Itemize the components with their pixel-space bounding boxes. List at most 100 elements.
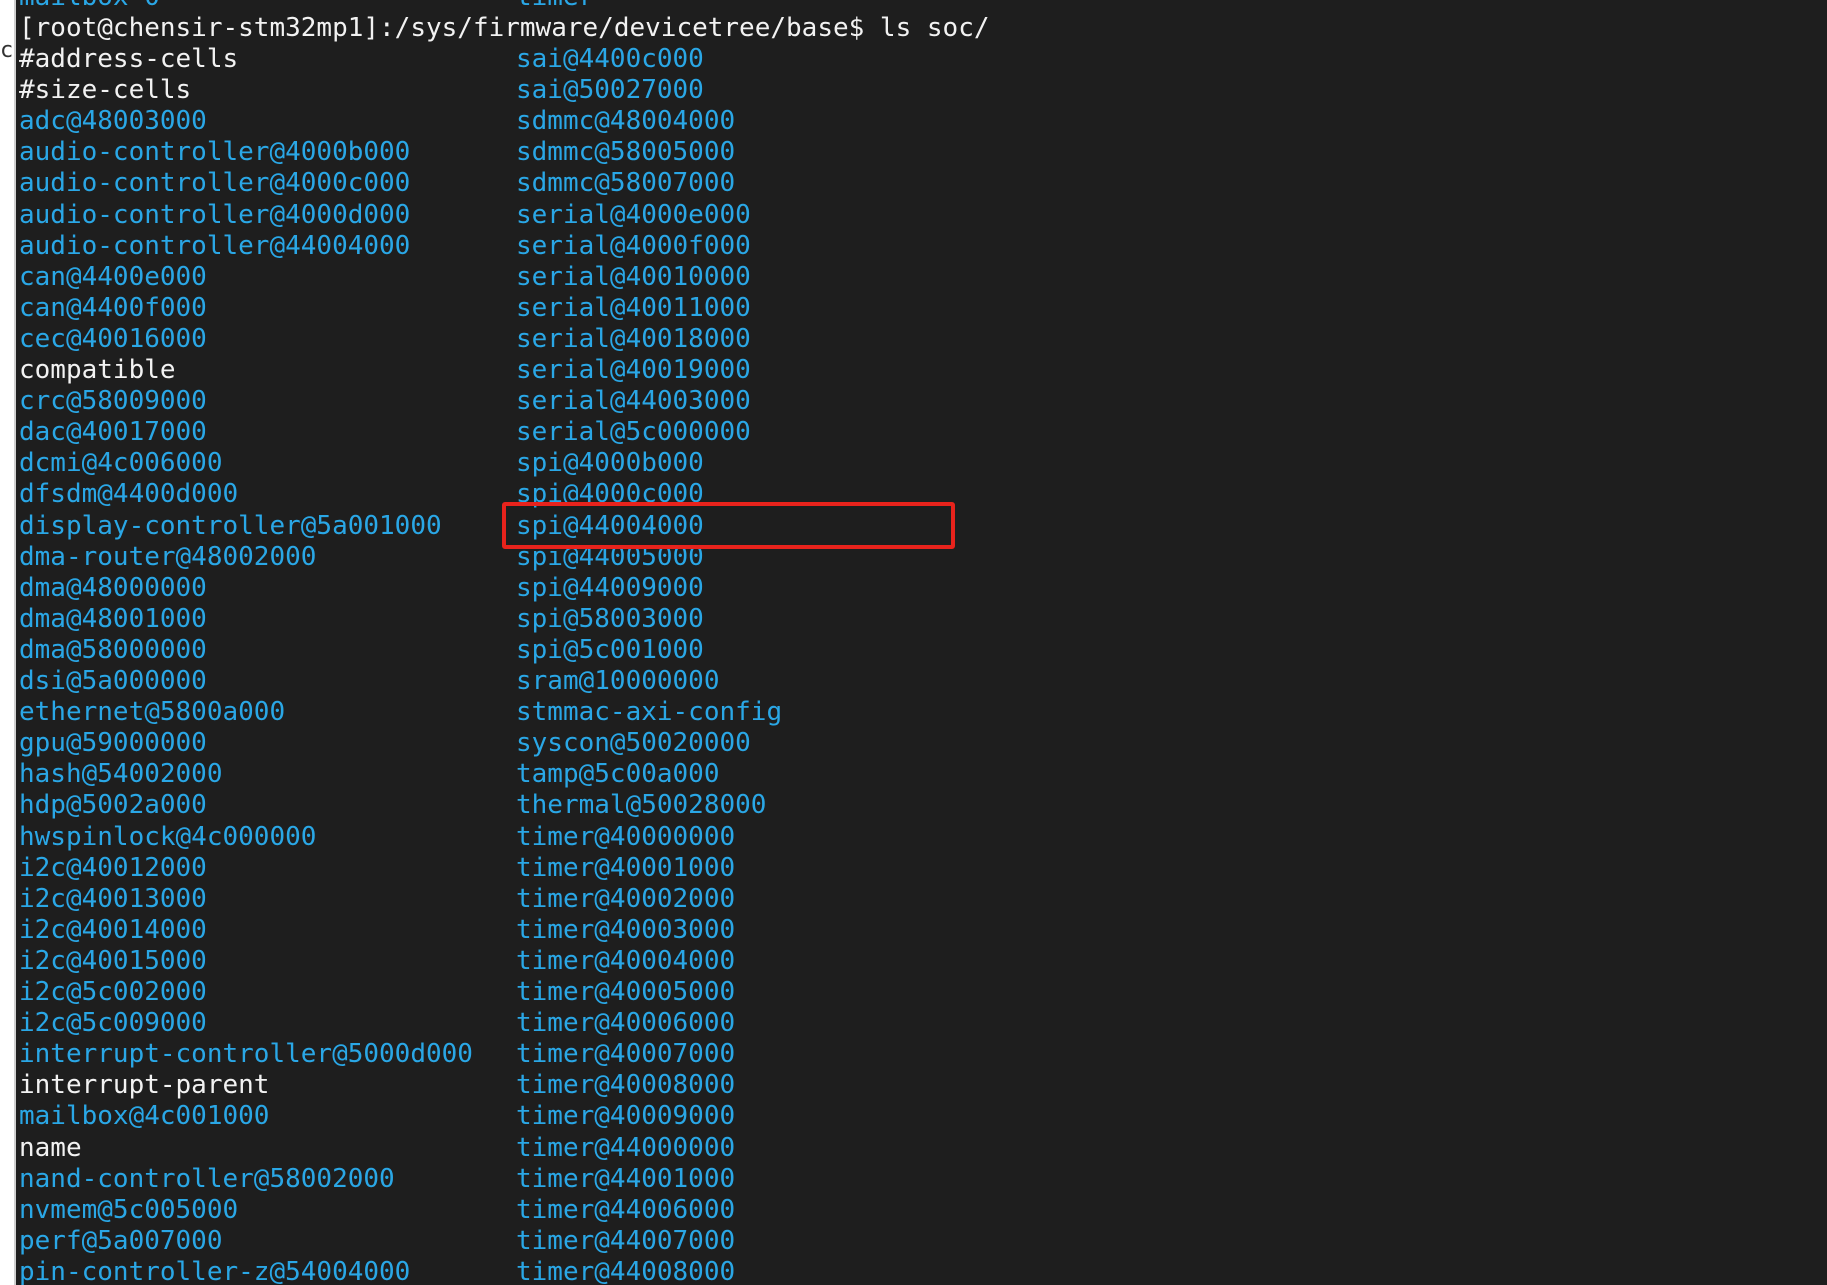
directory-entry: serial@40011000 [516,293,751,323]
directory-entry: timer@40003000 [516,915,736,945]
listing-row: can@4400e000 serial@40010000 [19,262,1809,293]
directory-entry: serial@5c000000 [516,417,751,447]
directory-entry: i2c@40013000 [19,884,207,914]
directory-entry: tamp@5c00a000 [516,759,720,789]
listing-row: adc@48003000 sdmmc@48004000 [19,106,1809,137]
directory-entry: hash@54002000 [19,759,223,789]
directory-entry: timer@44007000 [516,1226,736,1256]
listing-row: audio-controller@4000b000 sdmmc@58005000 [19,137,1809,168]
listing-row: mailbox@4c001000 timer@40009000 [19,1101,1809,1132]
listing-row: compatible serial@40019000 [19,355,1809,386]
terminal-prompt-line: [root@chensir-stm32mp1]:/sys/firmware/de… [19,13,1809,44]
directory-entry: serial@40018000 [516,324,751,354]
listing-row: audio-controller@4000d000 serial@4000e000 [19,200,1809,231]
file-entry: interrupt-parent [19,1070,270,1100]
directory-entry: hwspinlock@4c000000 [19,822,317,852]
directory-entry: can@4400e000 [19,262,207,292]
partial-entry-left: mailbox-0 [19,0,160,13]
listing-row: i2c@40015000 timer@40004000 [19,946,1809,977]
directory-entry: i2c@5c009000 [19,1008,207,1038]
directory-entry: gpu@59000000 [19,728,207,758]
directory-entry: adc@48003000 [19,106,207,136]
directory-entry: timer@44008000 [516,1257,736,1285]
file-entry: compatible [19,355,176,385]
listing-row: dma@48001000 spi@58003000 [19,604,1809,635]
directory-entry: i2c@40015000 [19,946,207,976]
listing-row: nand-controller@58002000 timer@44001000 [19,1164,1809,1195]
directory-entry: timer@40007000 [516,1039,736,1069]
terminal-partial-line: mailbox-0 timer [19,0,1809,13]
listing-row: pin-controller-z@54004000 timer@44008000 [19,1257,1809,1285]
listing-row: dac@40017000 serial@5c000000 [19,417,1809,448]
directory-entry: i2c@5c002000 [19,977,207,1007]
directory-entry: sdmmc@58007000 [516,168,736,198]
directory-entry: dma-router@48002000 [19,542,317,572]
directory-entry: spi@58003000 [516,604,704,634]
directory-entry: interrupt-controller@5000d000 [19,1039,473,1069]
listing-row: i2c@5c002000 timer@40005000 [19,977,1809,1008]
listing-row: hwspinlock@4c000000 timer@40000000 [19,822,1809,853]
listing-row: ethernet@5800a000 stmmac-axi-config [19,697,1809,728]
directory-entry: timer@40008000 [516,1070,736,1100]
directory-entry: audio-controller@4000c000 [19,168,411,198]
directory-entry: thermal@50028000 [516,790,767,820]
listing-row: interrupt-parent timer@40008000 [19,1070,1809,1101]
directory-entry: crc@58009000 [19,386,207,416]
directory-entry: dac@40017000 [19,417,207,447]
directory-entry: timer@44000000 [516,1133,736,1163]
directory-entry: audio-controller@4000b000 [19,137,411,167]
directory-entry: hdp@5002a000 [19,790,207,820]
directory-entry: cec@40016000 [19,324,207,354]
directory-entry: display-controller@5a001000 [19,511,442,541]
directory-entry: can@4400f000 [19,293,207,323]
directory-entry: timer@40005000 [516,977,736,1007]
file-entry: #size-cells [19,75,192,105]
directory-entry: dcmi@4c006000 [19,448,223,478]
directory-entry: timer@40002000 [516,884,736,914]
directory-entry: ethernet@5800a000 [19,697,286,727]
directory-entry: nvmem@5c005000 [19,1195,239,1225]
directory-entry: dsi@5a000000 [19,666,207,696]
directory-entry: spi@4000b000 [516,448,704,478]
directory-entry: serial@4000e000 [516,200,751,230]
listing-row: perf@5a007000 timer@44007000 [19,1226,1809,1257]
directory-entry: dma@58000000 [19,635,207,665]
directory-entry: timer@44001000 [516,1164,736,1194]
directory-entry: nand-controller@58002000 [19,1164,395,1194]
directory-entry: i2c@40014000 [19,915,207,945]
directory-entry: i2c@40012000 [19,853,207,883]
listing-row: i2c@40013000 timer@40002000 [19,884,1809,915]
directory-entry: dma@48000000 [19,573,207,603]
directory-entry: spi@5c001000 [516,635,704,665]
directory-entry: serial@4000f000 [516,231,751,261]
directory-entry: sai@4400c000 [516,44,704,74]
highlight-annotation-box [502,502,955,549]
listing-row: nvmem@5c005000 timer@44006000 [19,1195,1809,1226]
listing-row: name timer@44000000 [19,1133,1809,1164]
directory-entry: dfsdm@4400d000 [19,479,239,509]
directory-entry: audio-controller@44004000 [19,231,411,261]
listing-row: i2c@5c009000 timer@40006000 [19,1008,1809,1039]
directory-entry: spi@44009000 [516,573,704,603]
listing-row: can@4400f000 serial@40011000 [19,293,1809,324]
listing-row: dsi@5a000000 sram@10000000 [19,666,1809,697]
directory-entry: serial@40010000 [516,262,751,292]
edge-fragment: c [0,38,14,63]
listing-row: hash@54002000 tamp@5c00a000 [19,759,1809,790]
directory-entry: timer@40000000 [516,822,736,852]
terminal-window[interactable]: mailbox-0 timer [root@chensir-stm32mp1]:… [16,0,1827,1285]
directory-entry: stmmac-axi-config [516,697,783,727]
listing-row: gpu@59000000 syscon@50020000 [19,728,1809,759]
listing-row: dma@58000000 spi@5c001000 [19,635,1809,666]
directory-entry: audio-controller@4000d000 [19,200,411,230]
directory-entry: sdmmc@58005000 [516,137,736,167]
file-entry: #address-cells [19,44,239,74]
command-prompt: [root@chensir-stm32mp1]:/sys/firmware/de… [19,13,990,43]
directory-entry: mailbox@4c001000 [19,1101,270,1131]
listing-row: i2c@40014000 timer@40003000 [19,915,1809,946]
listing-row: crc@58009000 serial@44003000 [19,386,1809,417]
listing-row: audio-controller@44004000 serial@4000f000 [19,231,1809,262]
directory-entry: sdmmc@48004000 [516,106,736,136]
directory-entry: serial@40019000 [516,355,751,385]
listing-row: dma@48000000 spi@44009000 [19,573,1809,604]
